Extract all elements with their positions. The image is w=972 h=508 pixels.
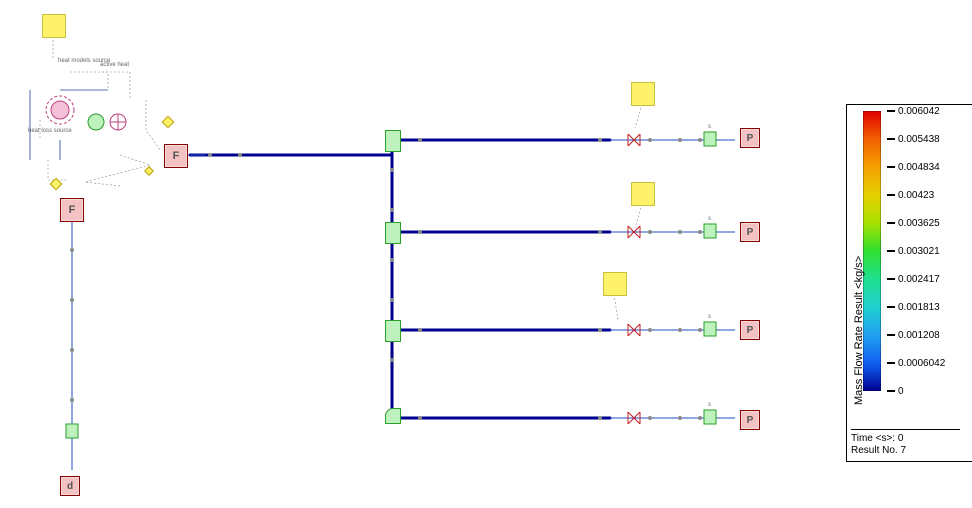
legend-tick: 0.002417 xyxy=(887,275,940,285)
legend-tick: 0.0006042 xyxy=(887,359,945,369)
legend-tick: 0.00423 xyxy=(887,191,934,201)
legend-tick: 0.004834 xyxy=(887,163,940,173)
pipe-network: s s s s xyxy=(0,0,820,508)
node-label: P xyxy=(747,415,754,426)
node-label: P xyxy=(747,227,754,238)
node-label: P xyxy=(747,325,754,336)
sensor-label: heat models source xyxy=(58,58,98,64)
svg-text:s: s xyxy=(708,124,711,130)
pressure-port-4[interactable]: P xyxy=(740,410,760,430)
flow-source-main[interactable]: F xyxy=(164,144,188,168)
annotation-block[interactable] xyxy=(42,14,66,38)
node-label: d xyxy=(67,481,73,492)
legend-result-no: Result No. 7 xyxy=(851,445,960,457)
node-label: P xyxy=(747,133,754,144)
annotation-block[interactable] xyxy=(603,272,627,296)
legend-tick: 0.005438 xyxy=(887,135,940,145)
pressure-port-1[interactable]: P xyxy=(740,128,760,148)
legend-title: Mass Flow Rate Result <kg/s> xyxy=(853,256,865,405)
svg-text:s: s xyxy=(708,314,711,320)
diagram-canvas: s s s s F F d P P P P heat models source ac… xyxy=(0,0,820,508)
pressure-port-3[interactable]: P xyxy=(740,320,760,340)
node-label: F xyxy=(173,150,180,162)
annotation-block[interactable] xyxy=(631,182,655,206)
legend-tick: 0.003021 xyxy=(887,247,940,257)
drain-node[interactable]: d xyxy=(60,476,80,496)
flow-source-side[interactable]: F xyxy=(60,198,84,222)
legend-footer: Time <s>: 0 Result No. 7 xyxy=(851,429,960,457)
svg-text:s: s xyxy=(708,402,711,408)
sensor-label: active heat xyxy=(100,62,129,68)
legend-tick: 0.001813 xyxy=(887,303,940,313)
tee-junction-icon[interactable] xyxy=(385,222,401,244)
color-legend: 0.006042 0.005438 0.004834 0.00423 0.003625 0… xyxy=(846,104,972,462)
sensor-label: heat loss source xyxy=(28,128,64,134)
annotation-block[interactable] xyxy=(631,82,655,106)
legend-tick: 0.001208 xyxy=(887,331,940,341)
legend-tick: 0.003625 xyxy=(887,219,940,229)
tee-junction-icon[interactable] xyxy=(385,130,401,152)
pressure-port-2[interactable]: P xyxy=(740,222,760,242)
legend-tick: 0 xyxy=(887,387,904,397)
svg-text:s: s xyxy=(708,216,711,222)
tee-junction-icon[interactable] xyxy=(385,320,401,342)
elbow-junction-icon[interactable] xyxy=(385,408,401,424)
legend-colorbar xyxy=(863,111,881,391)
node-label: F xyxy=(69,204,76,216)
legend-time: Time <s>: 0 xyxy=(851,433,960,445)
legend-tick: 0.006042 xyxy=(887,107,940,117)
